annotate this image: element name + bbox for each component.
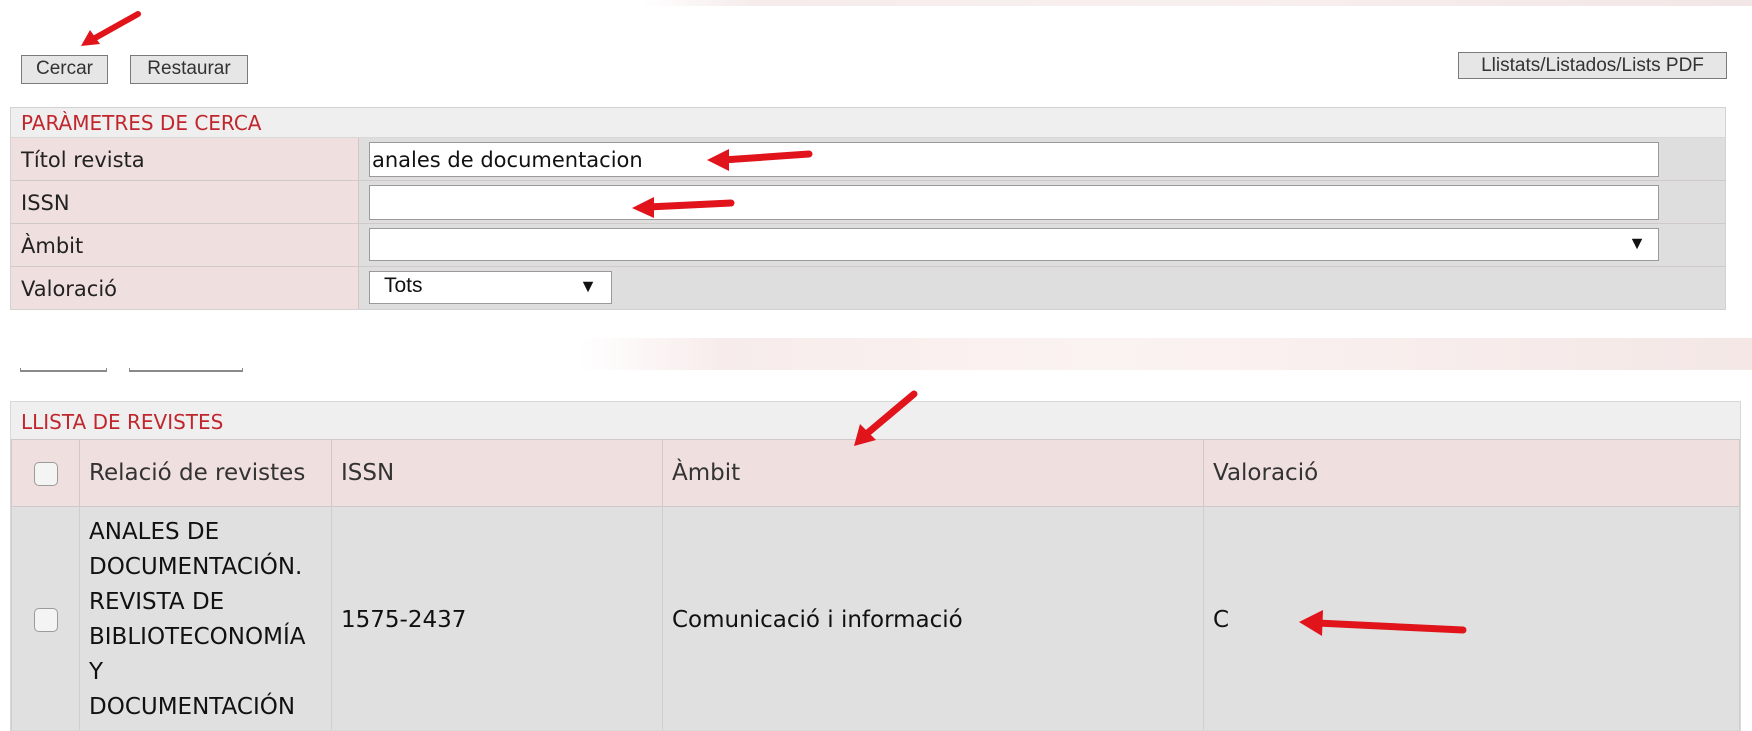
param-field: ▼ [359,224,1725,266]
issn-input[interactable] [369,185,1659,220]
annotation-arrow-icon [630,190,740,220]
dropdown-arrow-icon: ▼ [1628,233,1646,254]
panel-title: PARÀMETRES DE CERCA [11,108,1725,138]
select-all-checkbox[interactable] [34,462,58,486]
row-checkbox[interactable] [34,608,58,632]
journal-name-line: DOCUMENTACIÓN. [89,550,322,585]
column-header[interactable]: Relació de revistes [80,440,332,507]
title-input[interactable] [369,142,1659,177]
row-checkbox-cell [12,507,80,731]
journal-name-line: DOCUMENTACIÓN [89,690,322,725]
annotation-arrow-icon [1297,606,1469,638]
column-header[interactable]: Àmbit [663,440,1204,507]
param-field [359,181,1725,223]
background-strip [580,338,1752,370]
ambit-cell: Comunicació i informació [663,507,1204,731]
journal-name-line: Y [89,655,322,690]
dropdown-arrow-icon: ▼ [579,276,597,297]
annotation-arrow-icon [850,388,924,450]
annotation-arrow-icon [705,143,817,173]
valoracio-select[interactable]: Tots ▼ [369,271,612,304]
column-header[interactable]: ISSN [332,440,663,507]
pdf-lists-button[interactable]: Llistats/Listados/Lists PDF [1458,52,1727,79]
param-label: ISSN [11,181,359,223]
param-row-ambit: Àmbit ▼ [11,224,1725,267]
journal-name-cell[interactable]: ANALES DE DOCUMENTACIÓN. REVISTA DE BIBL… [80,507,332,731]
param-row-valoracio: Valoració Tots ▼ [11,267,1725,309]
valoracio-select-value: Tots [384,274,423,298]
param-row-issn: ISSN [11,181,1725,224]
param-row-title: Títol revista [11,138,1725,181]
param-field [359,138,1725,180]
background-strip [640,0,1752,6]
journal-list-panel: LLISTA DE REVISTES Relació de revistes I… [10,401,1741,731]
search-button-duplicate[interactable] [20,368,107,372]
table-row: ANALES DE DOCUMENTACIÓN. REVISTA DE BIBL… [12,507,1740,731]
journal-name-line: REVISTA DE [89,585,322,620]
issn-cell: 1575-2437 [332,507,663,731]
valoracio-cell: C [1204,507,1740,731]
reset-button-duplicate[interactable] [129,368,243,372]
ambit-select[interactable]: ▼ [369,228,1659,261]
select-all-cell [12,440,80,507]
reset-button[interactable]: Restaurar [130,55,248,84]
search-button[interactable]: Cercar [21,55,108,84]
param-label: Títol revista [11,138,359,180]
journal-name-line: BIBLIOTECONOMÍA [89,620,322,655]
column-header[interactable]: Valoració [1204,440,1740,507]
param-label: Valoració [11,267,359,309]
journal-name-line: ANALES DE [89,515,322,550]
journal-table: Relació de revistes ISSN Àmbit Valoració… [11,439,1740,731]
param-label: Àmbit [11,224,359,266]
annotation-arrow-icon [78,8,148,50]
search-parameters-panel: PARÀMETRES DE CERCA Títol revista ISSN À… [10,107,1726,310]
param-field: Tots ▼ [359,267,1725,309]
